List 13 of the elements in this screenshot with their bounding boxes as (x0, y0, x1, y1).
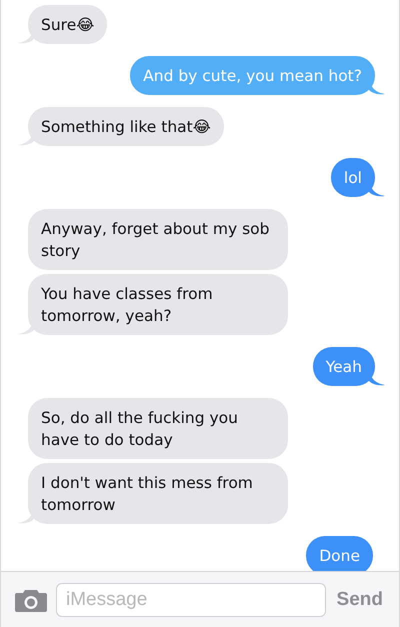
camera-icon[interactable] (15, 588, 47, 612)
message-bubble: Something like that😂 (28, 107, 224, 146)
send-button[interactable]: Send (334, 586, 385, 612)
message-field[interactable]: iMessage (56, 582, 326, 616)
message-bubble: So, do all the fucking you have to do today (28, 398, 288, 459)
message-bubble: Sure😂 (28, 5, 108, 44)
message-bubble: You have classes from tomorrow, yeah? (28, 274, 288, 335)
message-bubble: Yeah (312, 347, 375, 386)
message-bubble: Done (306, 536, 373, 571)
message-bubble: lol (330, 158, 375, 197)
message-bubble: I don't want this mess from tomorrow (28, 463, 288, 524)
message-bubble: And by cute, you mean hot? (130, 56, 375, 95)
message-bubble: Anyway, forget about my sob story (28, 209, 288, 270)
